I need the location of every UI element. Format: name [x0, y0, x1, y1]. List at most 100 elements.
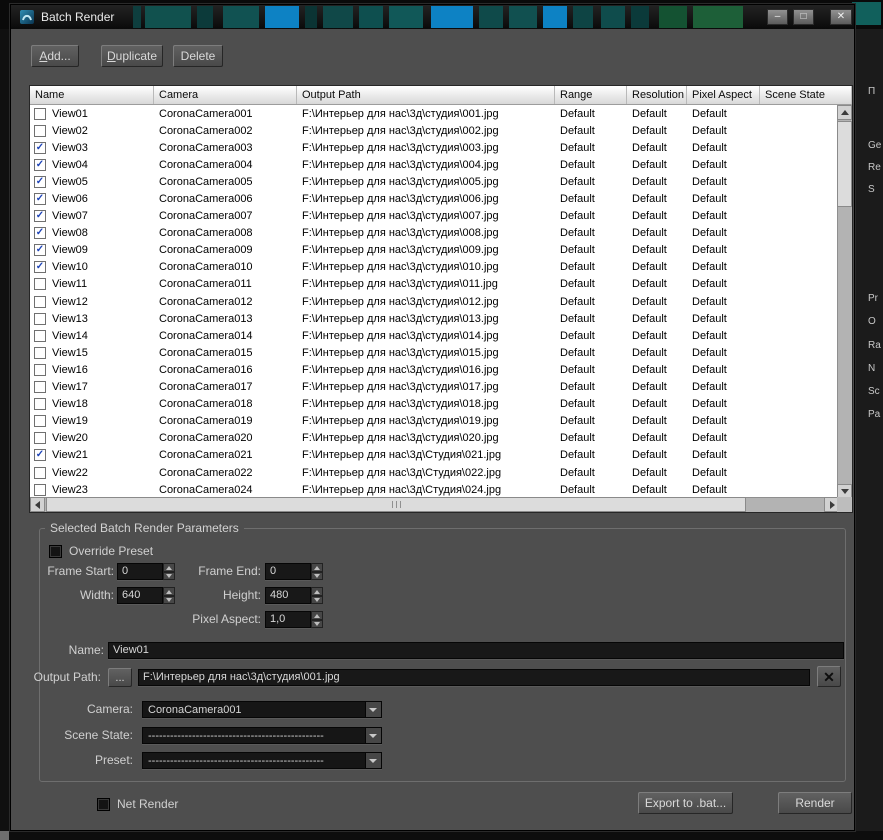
table-row[interactable]: View01 CoronaCamera001 F:\Интерьер для нас…	[30, 105, 839, 122]
horizontal-scrollbar[interactable]	[30, 497, 839, 512]
net-render-checkbox[interactable]	[97, 798, 110, 811]
height-spinner[interactable]	[311, 587, 323, 604]
row-checkbox[interactable]: ✓	[34, 175, 46, 188]
row-output-path: F:\Интерьер для нас\3д\студия\006.jpg	[302, 193, 499, 206]
table-row[interactable]: View19 CoronaCamera019 F:\Интерьер для нас…	[30, 413, 839, 430]
width-field[interactable]: 640	[117, 587, 163, 604]
row-checkbox[interactable]	[34, 398, 46, 411]
pixel-aspect-spinner[interactable]	[311, 611, 323, 628]
chevron-down-icon[interactable]	[365, 702, 381, 717]
preset-dropdown[interactable]: ----------------------------------------…	[142, 752, 382, 769]
column-header-output-path[interactable]: Output Path	[297, 86, 555, 104]
row-checkbox[interactable]: ✓	[34, 261, 46, 274]
row-checkbox[interactable]	[34, 107, 46, 120]
row-checkbox[interactable]: ✓	[34, 193, 46, 206]
column-header-camera[interactable]: Camera	[154, 86, 297, 104]
table-row[interactable]: View22 CoronaCamera022 F:\Интерьер для нас…	[30, 464, 839, 481]
row-checkbox[interactable]	[34, 329, 46, 342]
vertical-scrollbar[interactable]	[837, 105, 852, 499]
column-header-scene-state[interactable]: Scene State	[760, 86, 852, 104]
row-checkbox[interactable]	[34, 466, 46, 479]
horizontal-scroll-thumb[interactable]	[46, 497, 746, 512]
row-checkbox[interactable]: ✓	[34, 210, 46, 223]
row-checkbox[interactable]	[34, 124, 46, 137]
title-bar[interactable]: Batch Render – □ ✕	[11, 5, 854, 29]
row-name: View11	[52, 278, 88, 291]
table-row[interactable]: View23 CoronaCamera024 F:\Интерьер для нас…	[30, 481, 839, 498]
scroll-up-button[interactable]	[837, 105, 852, 120]
spinner-down-icon[interactable]	[311, 571, 323, 580]
clear-output-button[interactable]: ✕	[817, 666, 841, 687]
table-row[interactable]: View17 CoronaCamera017 F:\Интерьер для нас…	[30, 379, 839, 396]
name-field[interactable]: View01	[108, 642, 844, 659]
row-checkbox[interactable]	[34, 483, 46, 496]
row-resolution: Default	[632, 124, 667, 137]
maximize-button[interactable]: □	[793, 9, 814, 25]
browse-output-button[interactable]: ...	[108, 668, 132, 687]
table-row[interactable]: View11 CoronaCamera011 F:\Интерьер для нас…	[30, 276, 839, 293]
column-header-pixel-aspect[interactable]: Pixel Aspect	[687, 86, 760, 104]
minimize-button[interactable]: –	[767, 9, 788, 25]
row-checkbox[interactable]: ✓	[34, 227, 46, 240]
chevron-down-icon[interactable]	[365, 753, 381, 768]
column-header-resolution[interactable]: Resolution	[627, 86, 687, 104]
override-preset-checkbox[interactable]	[49, 545, 62, 558]
table-row[interactable]: ✓ View05 CoronaCamera005 F:\Интерьер для на…	[30, 173, 839, 190]
column-header-range[interactable]: Range	[555, 86, 627, 104]
row-checkbox[interactable]	[34, 432, 46, 445]
scene-state-dropdown[interactable]: ----------------------------------------…	[142, 727, 382, 744]
table-row[interactable]: View15 CoronaCamera015 F:\Интерьер для нас…	[30, 344, 839, 361]
table-row[interactable]: ✓ View06 CoronaCamera006 F:\Интерьер для на…	[30, 190, 839, 207]
row-name: View12	[52, 295, 88, 308]
table-row[interactable]: ✓ View04 CoronaCamera004 F:\Интерьер для на…	[30, 156, 839, 173]
chevron-down-icon[interactable]	[365, 728, 381, 743]
frame-start-field[interactable]: 0	[117, 563, 163, 580]
row-checkbox[interactable]	[34, 278, 46, 291]
frame-end-spinner[interactable]	[311, 563, 323, 580]
row-checkbox[interactable]	[34, 381, 46, 394]
table-row[interactable]: View16 CoronaCamera016 F:\Интерьер для нас…	[30, 361, 839, 378]
table-row[interactable]: ✓ View07 CoronaCamera007 F:\Интерьер для на…	[30, 208, 839, 225]
row-checkbox[interactable]	[34, 312, 46, 325]
add-button[interactable]: Add...	[31, 45, 79, 67]
table-row[interactable]: ✓ View09 CoronaCamera009 F:\Интерьер для на…	[30, 242, 839, 259]
row-checkbox[interactable]: ✓	[34, 158, 46, 171]
delete-button[interactable]: Delete	[173, 45, 223, 67]
row-checkbox[interactable]	[34, 415, 46, 428]
background-thumbnail	[323, 6, 353, 28]
output-path-field[interactable]: F:\Интерьер для нас\3д\студия\001.jpg	[138, 669, 810, 686]
row-checkbox[interactable]: ✓	[34, 449, 46, 462]
vertical-scroll-thumb[interactable]	[837, 121, 852, 207]
scroll-left-button[interactable]	[30, 497, 45, 512]
pixel-aspect-field[interactable]: 1,0	[265, 611, 311, 628]
table-row[interactable]: ✓ View03 CoronaCamera003 F:\Интерьер для на…	[30, 139, 839, 156]
close-button[interactable]: ✕	[830, 9, 852, 25]
table-row[interactable]: View02 CoronaCamera002 F:\Интерьер для нас…	[30, 122, 839, 139]
row-checkbox[interactable]	[34, 363, 46, 376]
spinner-down-icon[interactable]	[311, 619, 323, 628]
row-checkbox[interactable]: ✓	[34, 141, 46, 154]
row-checkbox[interactable]	[34, 346, 46, 359]
column-header-name[interactable]: Name	[30, 86, 154, 104]
table-row[interactable]: ✓ View21 CoronaCamera021 F:\Интерьер для на…	[30, 447, 839, 464]
table-row[interactable]: View14 CoronaCamera014 F:\Интерьер для нас…	[30, 327, 839, 344]
background-thumbnail	[573, 6, 593, 28]
frame-end-field[interactable]: 0	[265, 563, 311, 580]
table-row[interactable]: ✓ View10 CoronaCamera010 F:\Интерьер для на…	[30, 259, 839, 276]
spinner-up-icon[interactable]	[311, 611, 323, 620]
export-bat-button[interactable]: Export to .bat...	[638, 792, 733, 814]
table-row[interactable]: ✓ View08 CoronaCamera008 F:\Интерьер для на…	[30, 225, 839, 242]
table-row[interactable]: View13 CoronaCamera013 F:\Интерьер для нас…	[30, 310, 839, 327]
duplicate-button[interactable]: Duplicate	[101, 45, 163, 67]
spinner-down-icon[interactable]	[311, 595, 323, 604]
spinner-up-icon[interactable]	[311, 587, 323, 596]
height-field[interactable]: 480	[265, 587, 311, 604]
row-checkbox[interactable]	[34, 295, 46, 308]
row-checkbox[interactable]: ✓	[34, 244, 46, 257]
table-row[interactable]: View18 CoronaCamera018 F:\Интерьер для нас…	[30, 396, 839, 413]
spinner-up-icon[interactable]	[311, 563, 323, 572]
table-row[interactable]: View12 CoronaCamera012 F:\Интерьер для нас…	[30, 293, 839, 310]
table-row[interactable]: View20 CoronaCamera020 F:\Интерьер для нас…	[30, 430, 839, 447]
render-button[interactable]: Render	[778, 792, 852, 814]
camera-dropdown[interactable]: CoronaCamera001	[142, 701, 382, 718]
